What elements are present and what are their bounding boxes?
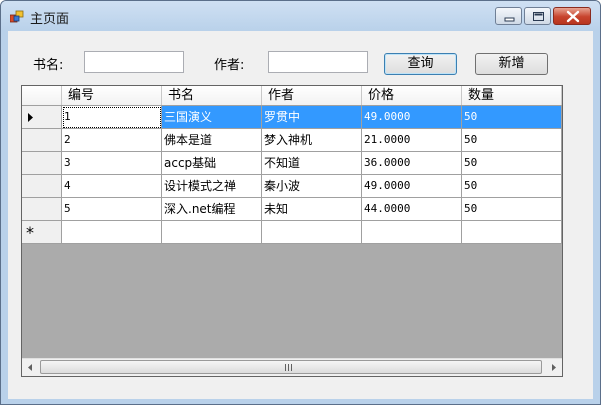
new-row-asterisk-icon: * <box>26 223 34 242</box>
cell-quantity[interactable]: 50 <box>462 106 562 129</box>
author-label: 作者: <box>214 58 245 73</box>
cell-quantity[interactable]: 50 <box>462 152 562 175</box>
cell-id[interactable]: 1 <box>62 106 162 129</box>
column-header-quantity[interactable]: 数量 <box>462 86 562 105</box>
cell-author[interactable]: 秦小波 <box>262 175 362 198</box>
cell-price[interactable]: 36.0000 <box>362 152 462 175</box>
new-table-row[interactable] <box>62 221 562 244</box>
cell-quantity[interactable]: 50 <box>462 198 562 221</box>
query-button[interactable]: 查询 <box>384 53 457 75</box>
column-header-price[interactable]: 价格 <box>362 86 462 105</box>
book-name-input[interactable] <box>84 51 184 73</box>
maximize-button[interactable] <box>524 7 551 25</box>
cell-title[interactable]: accp基础 <box>162 152 262 175</box>
scrollbar-grip-icon <box>285 364 292 371</box>
cell-author[interactable]: 罗贯中 <box>262 106 362 129</box>
scroll-right-icon[interactable] <box>545 359 562 376</box>
cell-quantity[interactable]: 50 <box>462 129 562 152</box>
cell-price[interactable]: 44.0000 <box>362 198 462 221</box>
minimize-icon <box>504 17 515 22</box>
book-name-label: 书名: <box>33 58 64 73</box>
close-icon <box>566 10 580 23</box>
current-row-arrow-icon <box>28 113 33 122</box>
table-row[interactable]: 1 三国演义 罗贯中 49.0000 50 <box>62 106 562 129</box>
cell-price[interactable]: 49.0000 <box>362 106 462 129</box>
cell-title[interactable]: 佛本是道 <box>162 129 262 152</box>
scrollbar-thumb[interactable] <box>40 360 542 374</box>
title-bar[interactable]: 主页面 <box>1 1 600 31</box>
new-row-header[interactable]: * <box>22 221 62 244</box>
author-input[interactable] <box>268 51 368 73</box>
window-title: 主页面 <box>30 12 70 27</box>
cell-author[interactable]: 不知道 <box>262 152 362 175</box>
main-window: 主页面 书名: 作者: 查询 新增 编号 书名 作者 价格 数量 * 1 三国演… <box>0 0 601 405</box>
horizontal-scrollbar[interactable] <box>22 358 562 376</box>
header-corner[interactable] <box>22 86 62 105</box>
cell-price[interactable]: 21.0000 <box>362 129 462 152</box>
cell-title[interactable]: 深入.net编程 <box>162 198 262 221</box>
row-header[interactable] <box>22 198 62 221</box>
cell-author[interactable]: 梦入神机 <box>262 129 362 152</box>
cell-id[interactable]: 5 <box>62 198 162 221</box>
new-cell-id[interactable] <box>62 221 162 244</box>
app-icon <box>10 10 24 23</box>
cell-quantity[interactable]: 50 <box>462 175 562 198</box>
table-row[interactable]: 5 深入.net编程 未知 44.0000 50 <box>62 198 562 221</box>
cell-title[interactable]: 设计模式之禅 <box>162 175 262 198</box>
column-header-title[interactable]: 书名 <box>162 86 262 105</box>
new-cell-price[interactable] <box>362 221 462 244</box>
table-row[interactable]: 4 设计模式之禅 秦小波 49.0000 50 <box>62 175 562 198</box>
cell-id[interactable]: 4 <box>62 175 162 198</box>
add-button[interactable]: 新增 <box>475 53 548 75</box>
cell-id[interactable]: 3 <box>62 152 162 175</box>
minimize-button[interactable] <box>495 7 522 25</box>
maximize-icon <box>533 12 544 21</box>
scroll-left-icon[interactable] <box>22 359 39 376</box>
cell-id[interactable]: 2 <box>62 129 162 152</box>
table-row[interactable]: 2 佛本是道 梦入神机 21.0000 50 <box>62 129 562 152</box>
cell-author[interactable]: 未知 <box>262 198 362 221</box>
cell-price[interactable]: 49.0000 <box>362 175 462 198</box>
close-button[interactable] <box>553 7 591 25</box>
row-header[interactable] <box>22 129 62 152</box>
cell-title[interactable]: 三国演义 <box>162 106 262 129</box>
column-header-author[interactable]: 作者 <box>262 86 362 105</box>
books-data-grid[interactable]: 编号 书名 作者 价格 数量 * 1 三国演义 罗贯中 49.0000 50 2… <box>21 85 563 377</box>
new-cell-author[interactable] <box>262 221 362 244</box>
new-cell-title[interactable] <box>162 221 262 244</box>
table-row[interactable]: 3 accp基础 不知道 36.0000 50 <box>62 152 562 175</box>
new-cell-quantity[interactable] <box>462 221 562 244</box>
grid-header: 编号 书名 作者 价格 数量 <box>22 86 562 106</box>
row-header[interactable] <box>22 106 62 129</box>
column-header-id[interactable]: 编号 <box>62 86 162 105</box>
row-header[interactable] <box>22 152 62 175</box>
row-header[interactable] <box>22 175 62 198</box>
client-area: 书名: 作者: 查询 新增 编号 书名 作者 价格 数量 * 1 三国演义 罗贯… <box>8 31 593 399</box>
